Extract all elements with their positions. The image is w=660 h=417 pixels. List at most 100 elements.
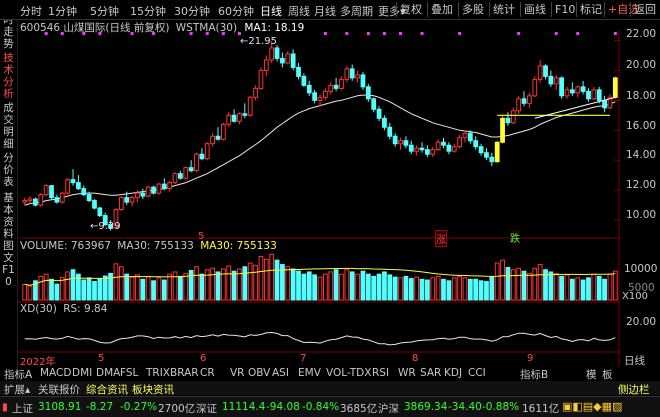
volume-bar	[253, 264, 258, 301]
indicator-tab-9[interactable]: OBV	[248, 367, 270, 379]
volume-bar	[172, 271, 178, 301]
related-quotes-tab[interactable]: 关联报价	[38, 382, 80, 397]
indicator-tab-20[interactable]: 板	[602, 367, 613, 382]
indicator-tab-4[interactable]: FSL	[120, 367, 138, 379]
chart-area[interactable]	[18, 30, 620, 366]
hs-index-change: -34.40	[448, 401, 482, 413]
volume-bar	[296, 270, 301, 301]
price-tick: 22.00	[626, 28, 657, 40]
candle-body	[419, 147, 425, 151]
volume-bar	[392, 276, 398, 301]
volume-unit: X100	[622, 291, 648, 302]
period-tab-1min[interactable]: 1分钟	[48, 3, 77, 19]
overlay-button[interactable]: 叠加	[427, 2, 456, 17]
period-tab-multi[interactable]: 多周期	[340, 3, 373, 19]
period-tab-daily[interactable]: 日线	[260, 3, 282, 19]
volume-bar	[140, 278, 146, 301]
indicator-tab-8[interactable]: VR	[230, 367, 244, 379]
indicator-tab-16[interactable]: KDJ	[444, 367, 462, 379]
candle-body	[129, 197, 135, 203]
candle-body	[521, 98, 527, 104]
candle-body	[349, 68, 355, 79]
candle-body	[161, 183, 167, 190]
back-button[interactable]: 返回	[630, 2, 659, 17]
indicator-tab-19[interactable]: 模	[586, 367, 597, 382]
volume-bar	[414, 276, 420, 301]
volume-bar	[22, 283, 28, 301]
volume-bar	[199, 273, 205, 301]
indicator-tab-3[interactable]: DMA	[96, 367, 120, 379]
candle-body	[591, 89, 597, 100]
indicator-tab-11[interactable]: EMV	[298, 367, 321, 379]
volume-bar	[49, 278, 54, 301]
period-tab-5min[interactable]: 5分钟	[90, 3, 119, 19]
indicator-tab-13[interactable]: RSI	[372, 367, 389, 379]
indicator-tab-18[interactable]: 指标B	[520, 367, 548, 382]
period-tab-fenshi[interactable]: 分时	[20, 3, 42, 19]
candle-body	[145, 186, 151, 197]
candle-body	[548, 75, 554, 85]
tab-basic-info[interactable]: 基本资料	[1, 192, 16, 240]
stats-button[interactable]: 统计	[489, 2, 518, 17]
candle-body	[178, 173, 183, 179]
indicator-tab-2[interactable]: DMI	[72, 367, 92, 379]
indicator-tab-7[interactable]: CR	[200, 367, 215, 379]
xd-info-line: XD(30) RS: 9.84	[20, 303, 107, 315]
mark-button[interactable]: 标记	[576, 2, 605, 17]
volume-bar	[156, 277, 162, 301]
f10-button[interactable]: F10	[551, 2, 578, 17]
indicator-tab-5[interactable]: TRIX	[146, 367, 170, 379]
candle-body	[435, 141, 441, 151]
volume-bar	[178, 275, 183, 301]
volume-bar	[102, 275, 108, 301]
price-tick: 16.00	[626, 120, 657, 132]
candle-body	[204, 143, 210, 160]
volume-bar	[446, 280, 452, 301]
sector-news-tab[interactable]: 板块资讯	[132, 382, 174, 397]
candle-body	[457, 137, 462, 148]
period-tab-monthly[interactable]: 月线	[314, 3, 336, 19]
fuquan-button[interactable]: 复权	[396, 2, 425, 17]
period-tab-60min[interactable]: 60分钟	[218, 3, 254, 19]
x-axis-period: 日线	[624, 355, 645, 367]
period-tab-15min[interactable]: 15分钟	[130, 3, 166, 19]
indicator-tab-6[interactable]: BRAR	[170, 367, 199, 379]
volume-bar	[527, 272, 532, 301]
indicator-tab-0[interactable]: 指标A	[4, 367, 32, 382]
tab-trade-details[interactable]: 成交明细	[1, 102, 16, 150]
indicator-tab-10[interactable]: ASI	[272, 367, 289, 379]
candle-body	[43, 185, 49, 196]
indicator-tab-15[interactable]: SAR	[420, 367, 441, 379]
signal-dot	[82, 32, 86, 35]
volume-bar	[500, 259, 505, 301]
candle-body	[38, 194, 44, 206]
indicator-tab-1[interactable]: MACD	[40, 367, 71, 379]
indicator-tab-17[interactable]: CCI	[468, 367, 486, 379]
volume-bar	[548, 271, 554, 301]
news-tab[interactable]: 综合资讯	[86, 382, 128, 397]
volume-bar	[113, 263, 119, 301]
candle-body	[430, 149, 436, 155]
candle-body	[392, 135, 398, 145]
sidebar-toggle[interactable]: 侧边栏	[618, 382, 650, 397]
volume-bar	[580, 279, 586, 301]
tab-f10[interactable]: 图文F10	[1, 240, 16, 288]
volume-bar	[494, 262, 500, 301]
expand-button[interactable]: 扩展▴	[4, 382, 30, 397]
tab-price-table[interactable]: 分价表	[1, 152, 16, 188]
signal-dot	[517, 32, 521, 35]
draw-line-button[interactable]: 画线	[520, 2, 549, 17]
rise-marker: 涨	[435, 230, 447, 247]
indicator-tab-14[interactable]: WR	[398, 367, 416, 379]
period-tab-weekly[interactable]: 周线	[288, 3, 310, 19]
volume-value: VOLUME: 763967	[20, 240, 111, 252]
volume-bar	[489, 276, 495, 301]
multi-stock-button[interactable]: 多股	[458, 2, 487, 17]
period-tab-30min[interactable]: 30分钟	[174, 3, 210, 19]
indicator-tab-12[interactable]: VOL-TDX	[326, 367, 371, 379]
tab-technical-analysis[interactable]: 技术分析	[1, 52, 16, 100]
tool-icons[interactable]: ▣◧▤◆▦▨	[562, 400, 622, 413]
candle-body	[387, 126, 393, 137]
candle-body	[86, 194, 92, 202]
volume-bar	[151, 280, 156, 301]
